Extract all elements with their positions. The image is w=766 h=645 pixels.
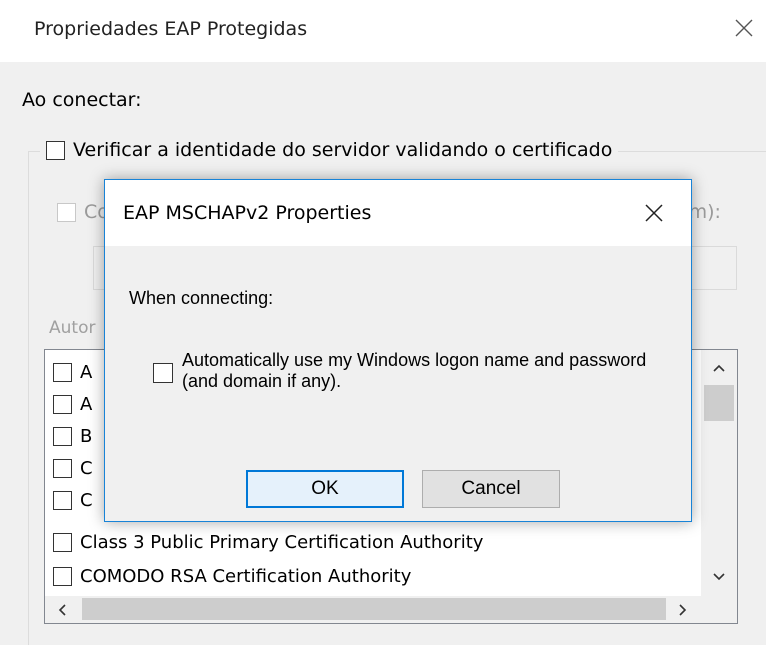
dialog-close-button[interactable] xyxy=(726,10,762,46)
certificate-checkbox[interactable] xyxy=(53,426,72,446)
certificate-label: B xyxy=(80,425,93,447)
list-item[interactable]: COMODO RSA Certification Authority xyxy=(53,562,411,590)
auto-logon-label: Automatically use my Windows logon name … xyxy=(182,350,647,391)
list-item[interactable]: B xyxy=(53,422,92,450)
list-item[interactable]: Class 3 Public Primary Certification Aut… xyxy=(53,528,483,556)
modal-close-button[interactable] xyxy=(635,194,673,232)
close-icon xyxy=(645,204,663,222)
verify-server-checkbox-row[interactable]: Verificar a identidade do servidor valid… xyxy=(40,135,619,165)
auto-logon-checkbox[interactable] xyxy=(153,363,173,383)
chevron-down-icon xyxy=(713,573,725,581)
certificate-label: A xyxy=(80,393,93,415)
verify-server-label: Verificar a identidade do servidor valid… xyxy=(73,139,613,161)
certificate-label: A xyxy=(80,361,93,383)
scroll-up-button[interactable] xyxy=(701,356,737,380)
section-label: Ao conectar: xyxy=(22,89,142,111)
list-item[interactable]: C xyxy=(53,454,93,482)
certificate-checkbox[interactable] xyxy=(53,532,72,552)
verify-server-checkbox[interactable] xyxy=(46,140,65,160)
scroll-right-button[interactable] xyxy=(666,596,700,623)
certificate-checkbox[interactable] xyxy=(53,458,72,478)
certificate-checkbox[interactable] xyxy=(53,394,72,414)
certificate-checkbox[interactable] xyxy=(53,490,72,510)
modal-title: EAP MSCHAPv2 Properties xyxy=(123,202,372,224)
chevron-left-icon xyxy=(58,603,66,616)
list-item[interactable]: A xyxy=(53,390,92,418)
certificate-checkbox[interactable] xyxy=(53,566,72,586)
scroll-left-button[interactable] xyxy=(47,596,77,623)
connect-servers-checkbox[interactable] xyxy=(57,203,76,222)
root-authorities-label: Autor xyxy=(49,318,96,338)
list-item[interactable]: A xyxy=(53,358,92,386)
certificate-label: Class 3 Public Primary Certification Aut… xyxy=(80,531,484,553)
scroll-down-button[interactable] xyxy=(701,565,737,589)
certificate-label: C xyxy=(80,457,93,479)
scrollbar-corner xyxy=(701,596,737,623)
mschapv2-dialog: EAP MSCHAPv2 Properties When connecting:… xyxy=(104,179,692,522)
horizontal-scroll-thumb[interactable] xyxy=(82,598,666,620)
close-icon xyxy=(735,19,753,37)
chevron-right-icon xyxy=(679,603,687,616)
vertical-scroll-thumb[interactable] xyxy=(704,385,734,421)
ok-button[interactable]: OK xyxy=(246,470,404,508)
dialog-title: Propriedades EAP Protegidas xyxy=(34,18,308,40)
list-item[interactable]: C xyxy=(53,486,93,514)
chevron-up-icon xyxy=(713,364,725,372)
certificate-label: COMODO RSA Certification Authority xyxy=(80,565,412,587)
certificate-checkbox[interactable] xyxy=(53,362,72,382)
certificate-label: C xyxy=(80,489,93,511)
cancel-button[interactable]: Cancel xyxy=(422,470,560,508)
when-connecting-label: When connecting: xyxy=(129,288,274,308)
